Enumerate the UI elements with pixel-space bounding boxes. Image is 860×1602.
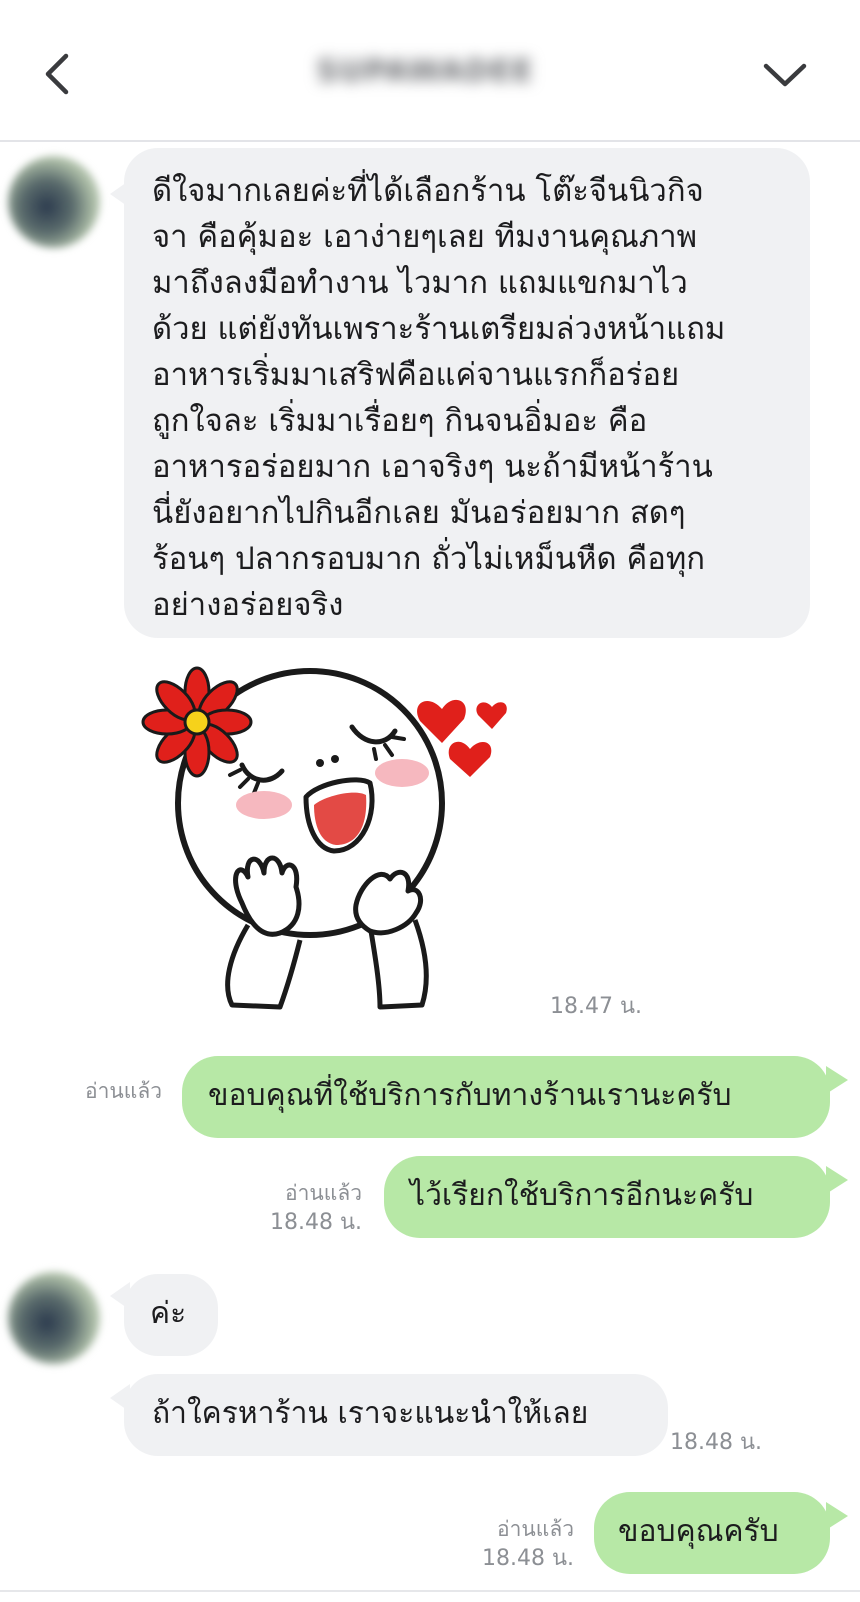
contact-avatar[interactable] — [8, 156, 100, 248]
read-receipt: อ่านแล้ว — [497, 1517, 574, 1541]
message-text: ขอบคุณครับ — [618, 1514, 779, 1549]
incoming-message-bubble[interactable]: ถ้าใครหาร้าน เราจะแนะนำให้เลย — [124, 1374, 668, 1456]
message-text: ถ้าใครหาร้าน เราจะแนะนำให้เลย — [152, 1396, 589, 1431]
message-timestamp: 18.48 น. — [481, 1546, 574, 1571]
bubble-tail — [826, 1066, 848, 1094]
contact-avatar[interactable] — [8, 1272, 100, 1364]
chevron-down-icon — [763, 63, 807, 87]
message-timestamp: 18.48 น. — [670, 1430, 763, 1455]
chat-menu-button[interactable] — [760, 56, 810, 96]
chevron-left-icon — [45, 53, 69, 95]
incoming-message-bubble[interactable]: ดีใจมากเลยค่ะที่ได้เลือกร้าน โต๊ะจีนนิวก… — [124, 148, 810, 638]
incoming-message-bubble[interactable]: ค่ะ — [124, 1274, 218, 1356]
message-text: ขอบคุณที่ใช้บริการกับทางร้านเรานะครับ — [208, 1078, 732, 1113]
bubble-tail — [826, 1166, 848, 1194]
outgoing-message-bubble[interactable]: ไว้เรียกใช้บริการอีกนะครับ — [384, 1156, 830, 1238]
bubble-tail — [110, 1384, 130, 1412]
chat-header: SUPAWADEE — [0, 0, 860, 142]
divider — [0, 1590, 860, 1602]
message-timestamp: 18.47 น. — [549, 994, 642, 1019]
back-button[interactable] — [38, 52, 78, 96]
chat-title: SUPAWADEE — [316, 54, 534, 89]
message-text: ไว้เรียกใช้บริการอีกนะครับ — [410, 1178, 754, 1213]
happy-face-sticker-icon — [141, 666, 507, 1010]
outgoing-message-bubble[interactable]: ขอบคุณครับ — [594, 1492, 830, 1574]
bubble-tail — [826, 1502, 848, 1530]
message-timestamp: 18.48 น. — [269, 1210, 362, 1235]
outgoing-message-bubble[interactable]: ขอบคุณที่ใช้บริการกับทางร้านเรานะครับ — [182, 1056, 830, 1138]
read-receipt: อ่านแล้ว — [285, 1181, 362, 1205]
sticker-message[interactable] — [130, 655, 530, 1020]
message-text: ค่ะ — [150, 1296, 187, 1331]
message-text: ดีใจมากเลยค่ะที่ได้เลือกร้าน โต๊ะจีนนิวก… — [152, 173, 726, 623]
read-receipt: อ่านแล้ว — [85, 1079, 162, 1103]
